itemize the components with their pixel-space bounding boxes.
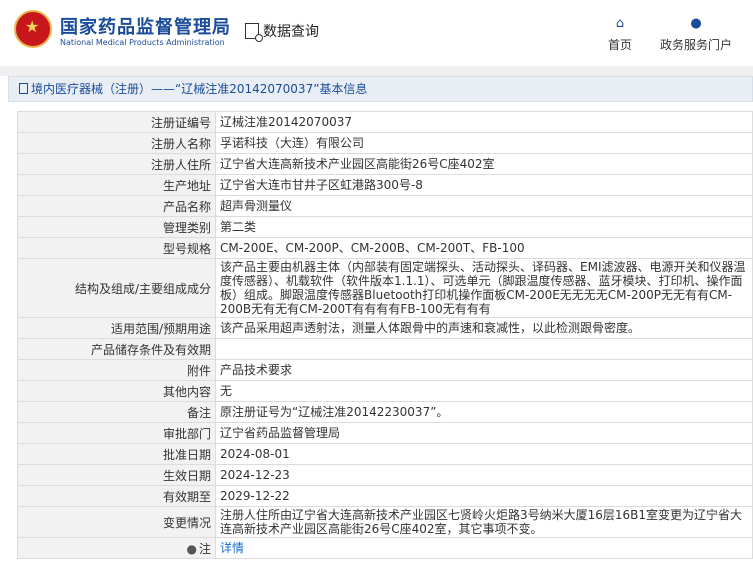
table-row: 结构及组成/主要组成成分 该产品主要由机器主体（内部装有固定端探头、活动探头、译码… (17, 258, 753, 318)
table-row: 附件 产品技术要求 (17, 359, 753, 381)
row-key: 注册人名称 (17, 132, 216, 154)
row-value: 详情 (215, 537, 753, 559)
table-row: 批准日期 2024-08-01 (17, 443, 753, 465)
details-link[interactable]: 详情 (220, 541, 244, 555)
row-key: ● 注 (17, 537, 216, 559)
row-value: 该产品采用超声透射法，测量人体跟骨中的声速和衰减性，以此检测跟骨密度。 (215, 317, 753, 339)
table-row: 注册人名称 孚诺科技（大连）有限公司 (17, 132, 753, 154)
data-query-link[interactable]: 数据查询 (245, 21, 319, 42)
row-key: 生产地址 (17, 174, 216, 196)
data-query-label: 数据查询 (263, 24, 319, 40)
table-row: 管理类别 第二类 (17, 216, 753, 238)
table-row: 备注 原注册证号为“辽械注准20142230037”。 (17, 401, 753, 423)
row-key: 审批部门 (17, 422, 216, 444)
nav-home[interactable]: ⌂ 首页 (608, 16, 632, 53)
row-value: 2024-12-23 (215, 464, 753, 486)
breadcrumb-text: 境内医疗器械（注册）——“辽械注准20142070037”基本信息 (31, 82, 368, 96)
emblem-logo (14, 10, 52, 48)
row-key: 附件 (17, 359, 216, 381)
row-value: 注册人住所由辽宁省大连高新技术产业园区七贤岭火炬路3号纳米大厦16层16B1室变… (215, 506, 753, 538)
row-value: CM-200E、CM-200P、CM-200B、CM-200T、FB-100 (215, 237, 753, 259)
row-key: 生效日期 (17, 464, 216, 486)
row-value: 2029-12-22 (215, 485, 753, 507)
row-value: 辽械注准20142070037 (215, 111, 753, 133)
table-row: 变更情况 注册人住所由辽宁省大连高新技术产业园区七贤岭火炬路3号纳米大厦16层16… (17, 506, 753, 538)
table-row-note: ● 注 详情 (17, 537, 753, 559)
row-key: 适用范围/预期用途 (17, 317, 216, 339)
row-value: 超声骨测量仪 (215, 195, 753, 217)
table-row: 注册人住所 辽宁省大连高新技术产业园区高能街26号C座402室 (17, 153, 753, 175)
site-header: 国家药品监督管理局 National Medical Products Admi… (0, 0, 753, 66)
table-row: 其他内容无 (17, 380, 753, 402)
row-value: 辽宁省大连高新技术产业园区高能街26号C座402室 (215, 153, 753, 175)
row-key: 型号规格 (17, 237, 216, 259)
row-key: 批准日期 (17, 443, 216, 465)
row-key: 其他内容 (17, 380, 216, 402)
table-row: 审批部门 辽宁省药品监督管理局 (17, 422, 753, 444)
nav-home-label: 首页 (608, 38, 633, 52)
table-row: 产品储存条件及有效期 (17, 338, 753, 360)
row-key: 产品名称 (17, 195, 216, 217)
user-icon: ● (690, 16, 702, 31)
table-row: 型号规格 CM-200E、CM-200P、CM-200B、CM-200T、FB-1… (17, 237, 753, 259)
home-icon: ⌂ (615, 16, 625, 31)
table-row: 生产地址 辽宁省大连市甘井子区虹港路300号-8 (17, 174, 753, 196)
table-row: 生效日期 2024-12-23 (17, 464, 753, 486)
row-key: 结构及组成/主要组成成分 (17, 258, 216, 318)
site-name-cn: 国家药品监督管理局 (60, 17, 231, 38)
row-value: 辽宁省大连市甘井子区虹港路300号-8 (215, 174, 753, 196)
row-value: 孚诺科技（大连）有限公司 (215, 132, 753, 154)
row-key: 产品储存条件及有效期 (17, 338, 216, 360)
row-value: 产品技术要求 (215, 359, 753, 381)
row-value: 第二类 (215, 216, 753, 238)
detail-table: 注册证编号 辽械注准20142070037 注册人名称 孚诺科技（大连）有限公司 注册人… (17, 111, 753, 559)
row-key: 变更情况 (17, 506, 216, 538)
note-key: 注 (198, 541, 211, 556)
row-key: 注册人住所 (17, 153, 216, 175)
lightbulb-icon: ● (186, 541, 197, 556)
row-key: 注册证编号 (17, 111, 216, 133)
row-key: 备注 (17, 401, 216, 423)
document-icon (19, 83, 28, 94)
document-search-icon (245, 23, 263, 42)
nav-portal-label: 政务服务门户 (660, 38, 733, 52)
row-value (215, 338, 753, 360)
table-row: 适用范围/预期用途 该产品采用超声透射法，测量人体跟骨中的声速和衰减性，以此检测跟… (17, 317, 753, 339)
row-value: 辽宁省药品监督管理局 (215, 422, 753, 444)
site-name-en: National Medical Products Administration (60, 38, 225, 47)
table-row: 注册证编号 辽械注准20142070037 (17, 111, 753, 133)
row-key: 有效期至 (17, 485, 216, 507)
row-value: 该产品主要由机器主体（内部装有固定端探头、活动探头、译码器、EMI滤波器、电源开… (215, 258, 753, 318)
header-divider (0, 66, 753, 76)
row-value: 2024-08-01 (215, 443, 753, 465)
row-value: 原注册证号为“辽械注准20142230037”。 (215, 401, 753, 423)
row-key: 管理类别 (17, 216, 216, 238)
table-row: 产品名称 超声骨测量仪 (17, 195, 753, 217)
breadcrumb: 境内医疗器械（注册）——“辽械注准20142070037”基本信息 (8, 76, 753, 102)
row-value: 无 (215, 380, 753, 402)
table-row: 有效期至 2029-12-22 (17, 485, 753, 507)
nav-portal[interactable]: ● 政务服务门户 (660, 16, 732, 53)
